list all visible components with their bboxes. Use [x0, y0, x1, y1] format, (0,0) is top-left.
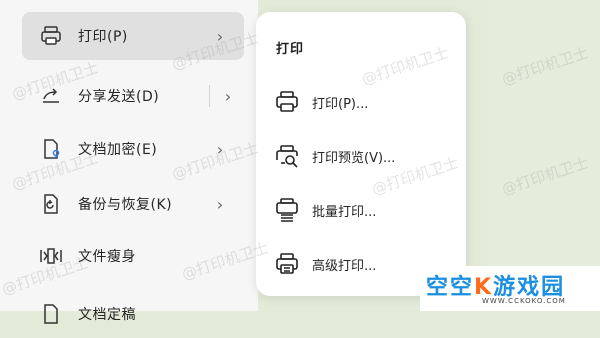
chevron-right-icon: › [216, 26, 224, 46]
logo-url: WWW.CCKOKO.COM [482, 297, 566, 305]
submenu-item-batch-print[interactable]: 批量打印... [274, 192, 459, 228]
menu-item-finalize[interactable]: 文档定稿 [22, 290, 244, 338]
document-finalize-icon [38, 301, 64, 327]
menu-item-label: 文档加密(E) [78, 142, 158, 158]
share-icon [38, 83, 64, 109]
menu-item-print[interactable]: 打印(P) › [22, 12, 244, 60]
divider [209, 85, 210, 107]
submenu-item-print[interactable]: 打印(P)... [274, 84, 459, 120]
menu-item-encrypt[interactable]: 文档加密(E) › [22, 125, 244, 173]
compress-icon [38, 243, 64, 269]
chevron-right-icon: › [216, 194, 224, 214]
submenu-item-label: 高级打印... [312, 258, 377, 274]
submenu-item-label: 打印(P)... [312, 96, 369, 112]
site-logo: 空空K游戏园 WWW.CCKOKO.COM [420, 266, 600, 311]
document-lock-icon [38, 136, 64, 162]
menu-item-label: 备份与恢复(K) [78, 197, 173, 213]
menu-item-label: 文档定稿 [78, 307, 136, 323]
printer-icon [274, 89, 300, 115]
menu-item-label: 文件瘦身 [78, 249, 136, 265]
submenu-item-label: 打印预览(V)... [312, 150, 396, 166]
print-preview-icon [274, 143, 300, 169]
batch-print-icon [274, 197, 300, 223]
menu-item-share[interactable]: 分享发送(D) › [22, 72, 244, 120]
submenu-item-label: 批量打印... [312, 204, 377, 220]
chevron-right-icon: › [216, 139, 224, 159]
printer-icon [38, 23, 64, 49]
submenu-item-print-preview[interactable]: 打印预览(V)... [274, 138, 459, 174]
menu-item-label: 分享发送(D) [78, 89, 160, 105]
backup-icon [38, 191, 64, 217]
submenu-title: 打印 [276, 42, 305, 57]
menu-item-backup[interactable]: 备份与恢复(K) › [22, 180, 244, 228]
print-submenu: 打印 打印(P)... 打印预览(V)... 批量打印... 高级打印... [256, 12, 466, 296]
menu-item-label: 打印(P) [78, 29, 128, 45]
chevron-right-icon[interactable]: › [218, 87, 238, 106]
menu-item-slim[interactable]: 文件瘦身 [22, 232, 244, 280]
advanced-print-icon [274, 251, 300, 277]
background-panel [488, 0, 600, 311]
file-menu-panel: 打印(P) › 分享发送(D) › 文档加密(E) › 备份与恢复(K) › 文… [0, 0, 258, 324]
